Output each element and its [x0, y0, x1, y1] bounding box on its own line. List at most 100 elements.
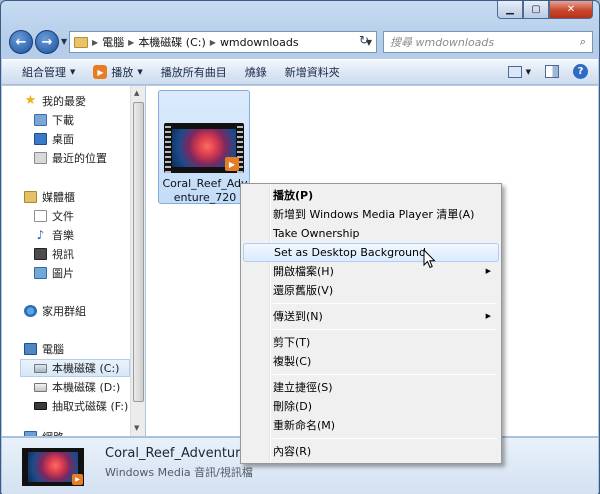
file-item-coral-reef[interactable]: ▶ Coral_Reef_Adv enture_720 — [158, 90, 250, 204]
menu-separator — [273, 329, 497, 330]
documents-icon — [34, 210, 47, 222]
burn-label: 燒錄 — [244, 66, 267, 79]
menu-item-rename[interactable]: 重新命名(M) — [243, 416, 499, 435]
homegroup-icon — [24, 305, 37, 317]
hard-drive-icon — [34, 363, 47, 373]
nav-favorites-label: 我的最愛 — [42, 95, 86, 108]
breadcrumb-drive-c[interactable]: 本機磁碟 (C:) — [138, 34, 205, 50]
breadcrumb-wmdownloads[interactable]: wmdownloads — [220, 36, 299, 49]
videos-icon — [34, 248, 47, 260]
menu-item-play[interactable]: 播放(P) — [243, 186, 499, 205]
help-icon[interactable]: ? — [573, 64, 588, 79]
new-folder-label: 新增資料夾 — [284, 66, 340, 79]
organize-button[interactable]: 組合管理 ▼ — [22, 64, 75, 80]
play-all-label: 播放所有曲目 — [160, 66, 227, 79]
play-label: 播放 — [111, 66, 134, 79]
chevron-right-icon[interactable]: ▶ — [92, 38, 98, 47]
nav-libraries[interactable]: 媒體櫃 — [24, 188, 144, 206]
menu-item-restore-previous[interactable]: 還原舊版(V) — [243, 281, 499, 300]
burn-button[interactable]: 燒錄 — [245, 64, 267, 80]
optical-drive-icon — [34, 382, 47, 392]
nav-drive-d-label: 本機磁碟 (D:) — [52, 381, 121, 394]
mouse-pointer-icon — [423, 249, 436, 269]
back-button[interactable]: ← — [9, 30, 33, 54]
thumbnail-image — [28, 452, 78, 482]
nav-favorites[interactable]: ★ 我的最愛 — [24, 92, 144, 110]
nav-computer-label: 電腦 — [42, 343, 64, 356]
nav-pictures[interactable]: 圖片 — [34, 264, 144, 282]
nav-drive-c[interactable]: 本機磁碟 (C:) — [20, 359, 130, 377]
refresh-icon[interactable]: ↻ — [359, 33, 369, 47]
maximize-button[interactable]: ▢ — [523, 1, 549, 19]
nav-downloads[interactable]: 下載 — [34, 111, 144, 129]
nav-drive-d[interactable]: 本機磁碟 (D:) — [34, 378, 144, 396]
address-bar[interactable]: ▶ 電腦 ▶ 本機磁碟 (C:) ▶ wmdownloads ▼ — [69, 31, 377, 53]
nav-network-label: 網路 — [42, 429, 64, 436]
play-all-button[interactable]: 播放所有曲目 — [161, 64, 227, 80]
removable-drive-icon — [34, 402, 47, 410]
dropdown-arrow-icon: ▼ — [137, 68, 143, 76]
file-name-line1: Coral_Reef_Adv — [162, 177, 248, 190]
nav-removable-label: 抽取式磁碟 (F:) — [52, 400, 129, 413]
menu-item-cut[interactable]: 剪下(T) — [243, 333, 499, 352]
menu-item-delete[interactable]: 刪除(D) — [243, 397, 499, 416]
chevron-right-icon[interactable]: ▶ — [128, 38, 134, 47]
file-name-line2: enture_720 — [173, 191, 237, 204]
close-button[interactable]: ✕ — [549, 1, 593, 19]
menu-item-properties[interactable]: 內容(R) — [243, 442, 499, 461]
nav-pane-scrollbar[interactable]: ▲ ▼ — [130, 86, 145, 436]
nav-music-label: 音樂 — [52, 229, 74, 242]
menu-item-take-ownership[interactable]: Take Ownership — [243, 224, 499, 243]
search-icon[interactable]: ⌕ — [580, 35, 586, 49]
menu-item-copy[interactable]: 複製(C) — [243, 352, 499, 371]
view-dropdown-icon[interactable]: ▼ — [526, 68, 531, 76]
play-button[interactable]: ▶ 播放 ▼ — [93, 64, 143, 80]
search-input[interactable]: 搜尋 wmdownloads ⌕ — [383, 31, 593, 53]
breadcrumb-computer[interactable]: 電腦 — [102, 34, 124, 50]
chevron-right-icon[interactable]: ▶ — [210, 38, 216, 47]
preview-pane-icon[interactable] — [545, 65, 559, 78]
nav-computer[interactable]: 電腦 — [24, 340, 144, 358]
submenu-arrow-icon: ▶ — [485, 312, 491, 320]
nav-downloads-label: 下載 — [52, 114, 74, 127]
scrollbar-thumb[interactable] — [133, 102, 144, 402]
nav-removable-f[interactable]: 抽取式磁碟 (F:) — [34, 397, 144, 415]
downloads-folder-icon — [34, 114, 47, 126]
command-bar: 組合管理 ▼ ▶ 播放 ▼ 播放所有曲目 燒錄 新增資料夾 ▼ ? — [2, 59, 598, 85]
menu-item-add-to-wmp-list[interactable]: 新增到 Windows Media Player 清單(A) — [243, 205, 499, 224]
menu-item-send-to[interactable]: 傳送到(N) ▶ — [243, 307, 499, 326]
context-menu: 播放(P) 新增到 Windows Media Player 清單(A) Tak… — [240, 183, 502, 464]
new-folder-button[interactable]: 新增資料夾 — [285, 64, 340, 80]
nav-documents[interactable]: 文件 — [34, 207, 144, 225]
menu-item-set-desktop-background[interactable]: Set as Desktop Background — [243, 243, 499, 262]
navigation-pane: ★ 我的最愛 下載 桌面 最近的位置 媒體櫃 文件 ♪ 音樂 視訊 圖片 家用群… — [2, 86, 145, 436]
scroll-down-icon[interactable]: ▼ — [134, 424, 139, 432]
menu-separator — [273, 303, 497, 304]
nav-pictures-label: 圖片 — [52, 267, 74, 280]
nav-desktop[interactable]: 桌面 — [34, 130, 144, 148]
menu-item-create-shortcut[interactable]: 建立捷徑(S) — [243, 378, 499, 397]
nav-recent[interactable]: 最近的位置 — [34, 149, 144, 167]
computer-icon — [24, 343, 37, 355]
forward-button[interactable]: → — [35, 30, 59, 54]
scroll-up-icon[interactable]: ▲ — [134, 89, 139, 97]
nav-videos-label: 視訊 — [52, 248, 74, 261]
pictures-icon — [34, 267, 47, 279]
menu-item-open-with-label: 開啟檔案(H) — [273, 265, 334, 278]
change-view-icon[interactable] — [507, 65, 522, 78]
submenu-arrow-icon: ▶ — [485, 267, 491, 275]
menu-item-open-with[interactable]: 開啟檔案(H) ▶ — [243, 262, 499, 281]
caption-buttons: ▁ ▢ ✕ — [497, 1, 593, 19]
nav-network[interactable]: 網路 — [24, 428, 144, 436]
nav-homegroup-label: 家用群組 — [42, 305, 86, 318]
media-player-badge-icon: ▶ — [72, 474, 83, 485]
recent-pages-dropdown-icon[interactable]: ▼ — [61, 37, 67, 46]
nav-videos[interactable]: 視訊 — [34, 245, 144, 263]
details-thumbnail: ▶ — [22, 448, 84, 486]
search-placeholder: 搜尋 wmdownloads — [390, 36, 495, 49]
nav-music[interactable]: ♪ 音樂 — [34, 226, 144, 244]
desktop-icon — [34, 133, 47, 145]
nav-homegroup[interactable]: 家用群組 — [24, 302, 144, 320]
nav-documents-label: 文件 — [52, 210, 74, 223]
minimize-button[interactable]: ▁ — [497, 1, 523, 19]
